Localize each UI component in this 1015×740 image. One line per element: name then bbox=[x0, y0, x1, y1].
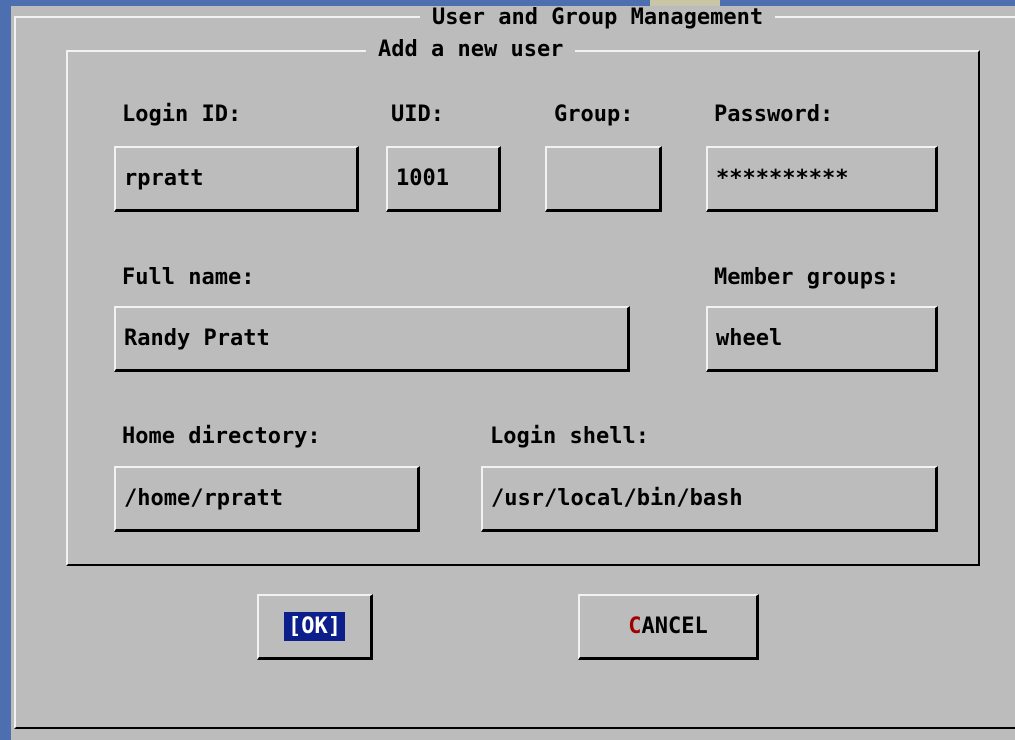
uid-field[interactable]: 1001 bbox=[386, 146, 501, 212]
password-field[interactable]: ********** bbox=[706, 146, 938, 212]
home-directory-label: Home directory: bbox=[122, 424, 321, 449]
dialog-title: User and Group Management bbox=[420, 6, 776, 30]
login-shell-field[interactable]: /usr/local/bin/bash bbox=[481, 466, 938, 532]
full-name-field[interactable]: Randy Pratt bbox=[114, 306, 630, 372]
password-label: Password: bbox=[714, 102, 834, 127]
home-directory-field[interactable]: /home/rpratt bbox=[114, 466, 420, 532]
ok-button[interactable]: [OK] bbox=[257, 594, 373, 660]
full-name-label: Full name: bbox=[122, 265, 255, 290]
member-groups-field[interactable]: wheel bbox=[706, 306, 938, 372]
cancel-hotkey: C bbox=[628, 614, 642, 639]
login-shell-label: Login shell: bbox=[490, 424, 649, 449]
section-title: Add a new user bbox=[366, 38, 576, 62]
ok-button-label: [OK] bbox=[284, 612, 345, 641]
member-groups-label: Member groups: bbox=[714, 265, 900, 290]
desktop-background bbox=[0, 0, 11, 740]
group-label: Group: bbox=[554, 102, 634, 127]
cancel-button[interactable]: C ANCEL bbox=[578, 594, 759, 660]
login-id-label: Login ID: bbox=[122, 102, 242, 127]
cancel-button-label: ANCEL bbox=[641, 614, 708, 639]
uid-label: UID: bbox=[391, 102, 444, 127]
group-field[interactable] bbox=[545, 146, 662, 212]
login-id-field[interactable]: rpratt bbox=[114, 146, 359, 212]
